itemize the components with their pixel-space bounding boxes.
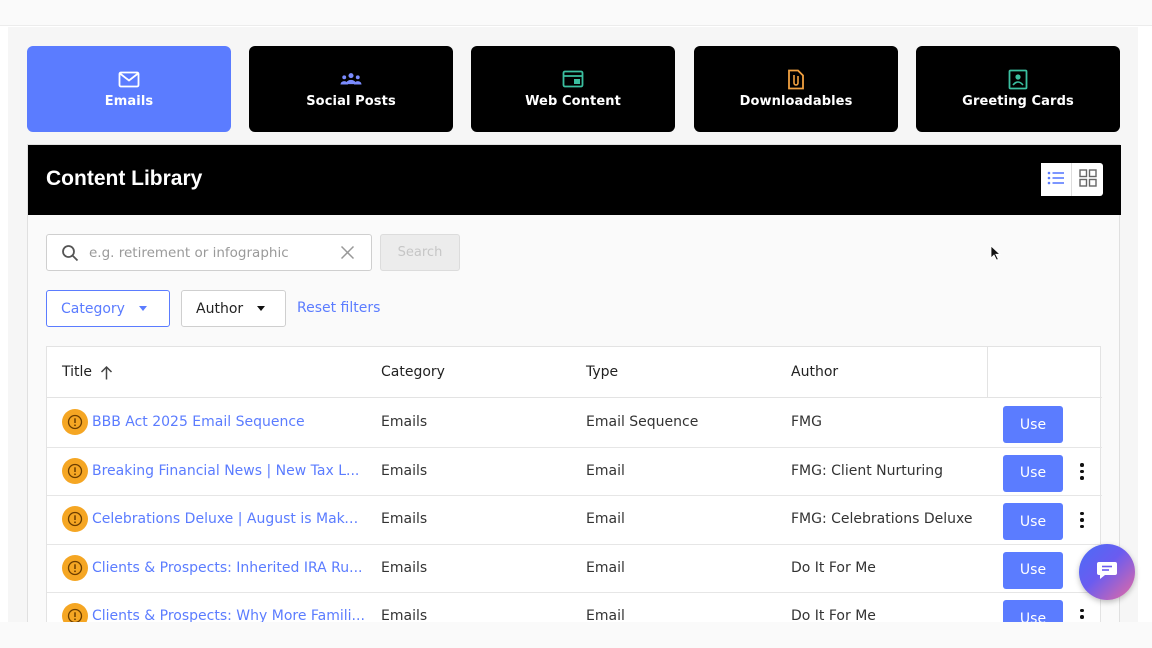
reset-filters-link[interactable]: Reset filters [297, 300, 380, 316]
use-button[interactable]: Use [1003, 503, 1063, 540]
author-cell: FMG [791, 414, 822, 430]
column-header-title[interactable]: Title [62, 364, 113, 380]
use-button[interactable]: Use [1003, 600, 1063, 623]
alert-badge-icon [62, 554, 88, 581]
page-title: Content Library [46, 167, 203, 190]
grid-view-icon [1078, 168, 1097, 191]
tile-emails[interactable]: Emails [27, 46, 231, 132]
tile-label: Downloadables [739, 94, 853, 109]
paperclip-document-icon [785, 69, 807, 89]
mouse-cursor-icon [990, 245, 1002, 265]
author-cell: FMG: Celebrations Deluxe [791, 511, 973, 527]
tile-downloadables[interactable]: Downloadables [694, 46, 898, 132]
column-header-label: Title [62, 364, 93, 380]
category-cell: Emails [381, 462, 428, 479]
list-view-icon [1047, 170, 1065, 190]
title-cell: Celebrations Deluxe | August is Make... [62, 506, 365, 532]
greeting-card-icon [1007, 69, 1029, 89]
tile-label: Social Posts [306, 94, 396, 109]
table-row: Clients & Prospects: Inherited IRA Ru...… [47, 545, 1102, 593]
tile-label: Emails [104, 94, 154, 109]
search-icon [61, 244, 79, 266]
alert-badge-icon [62, 409, 88, 435]
more-options-icon[interactable] [1074, 460, 1090, 484]
table-row: BBB Act 2025 Email Sequence Emails Email… [47, 399, 1102, 448]
list-view-button[interactable] [1041, 163, 1072, 196]
table-row: Clients & Prospects: Why More Famili... … [47, 593, 1102, 623]
title-cell: Clients & Prospects: Inherited IRA Ru... [62, 554, 365, 581]
table-row: Breaking Financial News | New Tax L... E… [47, 448, 1102, 496]
title-link[interactable]: Clients & Prospects: Why More Famili... [92, 608, 365, 623]
bottom-strip [0, 622, 1152, 648]
use-button[interactable]: Use [1003, 551, 1063, 589]
sort-ascending-icon [100, 365, 113, 380]
type-cell: Email [586, 559, 625, 576]
category-cell: Emails [381, 414, 428, 430]
use-button[interactable]: Use [1003, 454, 1063, 492]
browser-window-icon [562, 69, 584, 89]
content-library-panel: Content Library e.g. retirement or infog… [27, 144, 1121, 623]
title-cell: Breaking Financial News | New Tax L... [62, 457, 365, 484]
type-cell: Email [586, 511, 625, 527]
title-link[interactable]: Celebrations Deluxe | August is Make... [92, 511, 365, 527]
author-filter-dropdown[interactable]: Author [181, 290, 286, 327]
top-strip [0, 0, 1152, 26]
alert-badge-icon [62, 506, 88, 532]
clear-search-icon[interactable] [340, 245, 355, 264]
search-box [46, 234, 372, 271]
alert-badge-icon [62, 457, 88, 484]
title-cell: Clients & Prospects: Why More Famili... [62, 603, 365, 623]
type-cell: Email Sequence [586, 414, 699, 430]
chat-button[interactable] [1079, 544, 1135, 600]
author-cell: Do It For Me [791, 559, 876, 576]
envelope-icon [118, 69, 140, 89]
title-link[interactable]: Clients & Prospects: Inherited IRA Ru... [92, 560, 365, 576]
view-toggle [1041, 163, 1103, 196]
alert-badge-icon [62, 603, 88, 623]
author-cell: Do It For Me [791, 608, 876, 623]
tile-label: Greeting Cards [962, 94, 1074, 109]
table-header: Title Category Type Author [47, 347, 1102, 398]
content-table: Title Category Type Author BBB Act 2025 … [46, 346, 1102, 623]
author-filter-label: Author [196, 300, 244, 317]
category-cell: Emails [381, 608, 428, 623]
tile-greeting-cards[interactable]: Greeting Cards [916, 46, 1120, 132]
table-row: Celebrations Deluxe | August is Make... … [47, 496, 1102, 545]
more-options-icon[interactable] [1074, 605, 1090, 623]
search-button[interactable]: Search [380, 234, 460, 271]
category-cell: Emails [381, 511, 428, 527]
caret-down-icon [138, 306, 147, 311]
grid-view-button[interactable] [1072, 163, 1103, 196]
column-header-category: Category [381, 364, 445, 380]
use-button[interactable]: Use [1003, 406, 1063, 443]
type-cell: Email [586, 462, 625, 479]
tile-social-posts[interactable]: Social Posts [249, 46, 453, 132]
tile-web-content[interactable]: Web Content [471, 46, 675, 132]
more-options-icon[interactable] [1074, 508, 1090, 532]
screen: Emails Social Posts Web Content Download… [0, 0, 1152, 648]
title-link[interactable]: Breaking Financial News | New Tax L... [92, 463, 365, 479]
type-cell: Email [586, 608, 625, 623]
category-filter-dropdown[interactable]: Category [46, 290, 170, 327]
panel-header: Content Library [28, 145, 1121, 215]
people-icon [340, 69, 362, 89]
title-link[interactable]: BBB Act 2025 Email Sequence [92, 414, 365, 430]
column-header-type: Type [586, 364, 619, 380]
column-divider [987, 347, 988, 398]
chat-bubble-icon [1096, 560, 1118, 584]
author-cell: FMG: Client Nurturing [791, 462, 943, 479]
category-cell: Emails [381, 559, 428, 576]
search-input[interactable] [89, 241, 329, 265]
tile-label: Web Content [525, 94, 621, 109]
content-canvas: Emails Social Posts Web Content Download… [8, 27, 1138, 623]
category-filter-label: Category [61, 300, 125, 317]
title-cell: BBB Act 2025 Email Sequence [62, 409, 365, 435]
caret-down-icon [257, 306, 266, 311]
column-header-author: Author [791, 364, 839, 380]
